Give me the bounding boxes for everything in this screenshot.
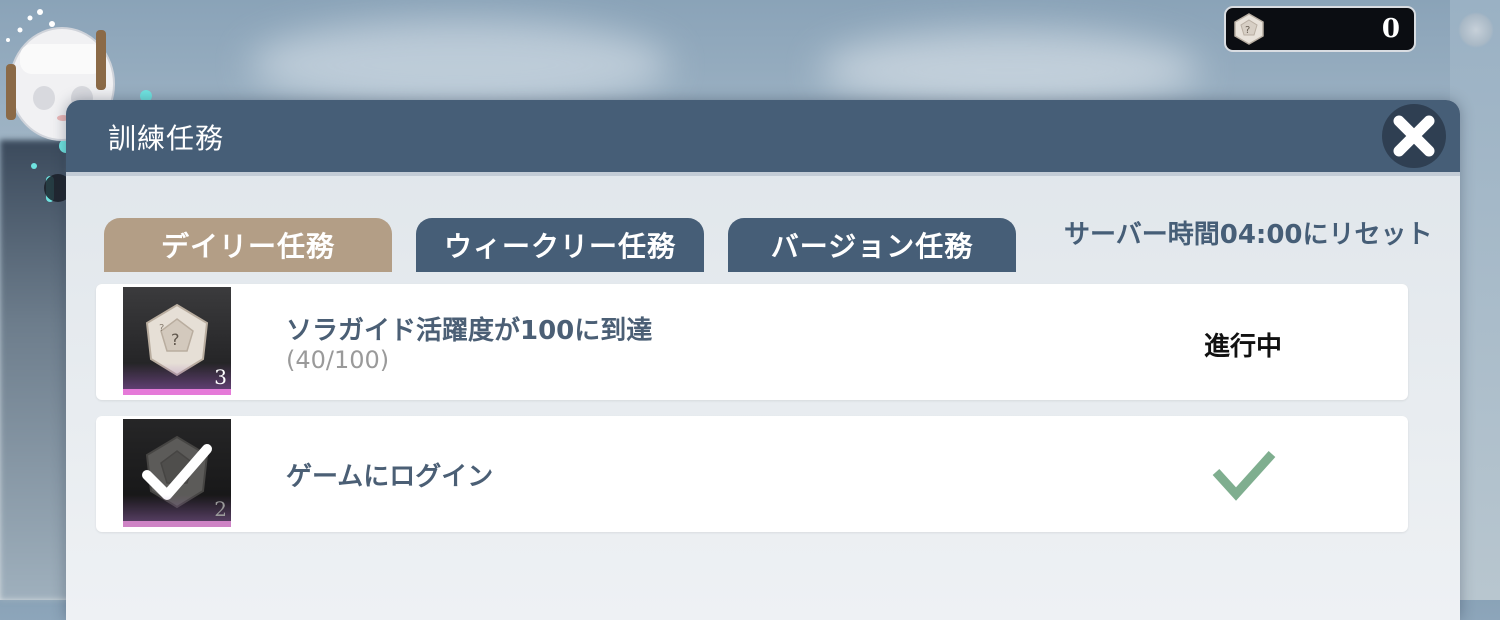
mission-row[interactable]: 2 ゲームにログイン <box>96 416 1408 532</box>
svg-text:?: ? <box>1245 25 1250 36</box>
reward-rarity-bar <box>123 389 231 395</box>
reward-quantity: 3 <box>214 365 227 389</box>
checkmark-icon <box>1212 450 1276 501</box>
close-icon <box>1393 115 1435 157</box>
currency-value: 0 <box>1381 14 1400 44</box>
tab-daily[interactable]: デイリー任務 <box>104 218 392 272</box>
svg-text:?: ? <box>159 323 164 334</box>
background-circle <box>1458 12 1494 48</box>
reset-note: サーバー時間04:00にリセット <box>1064 220 1433 250</box>
mission-title: ゲームにログイン <box>286 462 494 492</box>
dice-icon: ? <box>1234 13 1264 45</box>
reward-item[interactable]: ? ? 3 <box>123 287 231 395</box>
mission-row[interactable]: ? ? 3 ソラガイド活躍度が100に到達 (40/100) 進行中 <box>96 284 1408 400</box>
background-cloud <box>250 20 670 110</box>
panel-title: 訓練任務 <box>108 122 225 155</box>
reward-item[interactable]: 2 <box>123 419 231 527</box>
mission-status: 進行中 <box>1204 332 1283 362</box>
mission-panel: 訓練任務 デイリー任務 ウィークリー任務 バージョン任務 サーバー時間04:00… <box>66 100 1460 620</box>
reward-quantity: 2 <box>214 497 227 521</box>
svg-text:?: ? <box>171 330 180 349</box>
tab-weekly[interactable]: ウィークリー任務 <box>416 218 704 272</box>
tab-version[interactable]: バージョン任務 <box>728 218 1016 272</box>
mission-progress: (40/100) <box>286 346 390 374</box>
reward-rarity-bar <box>123 521 231 527</box>
currency-counter: ? 0 <box>1224 6 1416 52</box>
mission-title: ソラガイド活躍度が100に到達 <box>286 316 653 346</box>
close-button[interactable] <box>1382 104 1446 168</box>
panel-header: 訓練任務 <box>66 100 1460 176</box>
background-cloud <box>820 30 1200 110</box>
